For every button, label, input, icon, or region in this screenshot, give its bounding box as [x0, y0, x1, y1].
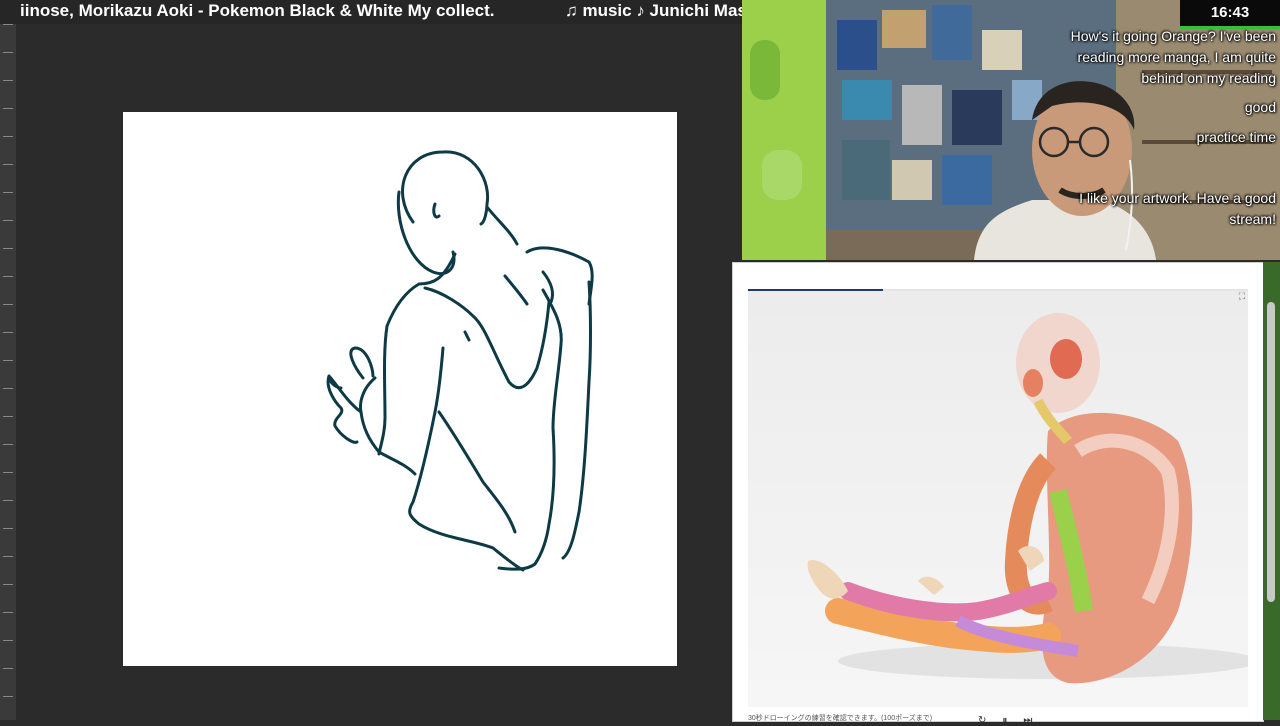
webcam-feed: 16:43 How's it going Orange? I've been r…	[742, 0, 1280, 260]
ruler-tick	[3, 80, 13, 81]
ruler-tick	[3, 696, 13, 697]
drawing-canvas-area[interactable]	[16, 24, 740, 720]
ruler-tick	[3, 24, 13, 25]
ruler-tick	[3, 136, 13, 137]
reset-icon[interactable]: ↻	[978, 715, 986, 726]
ruler-tick	[3, 444, 13, 445]
ruler-tick	[3, 220, 13, 221]
ruler-tick	[3, 472, 13, 473]
ruler-tick	[3, 500, 13, 501]
ruler-tick	[3, 108, 13, 109]
ruler-tick	[3, 192, 13, 193]
now-playing-ticker: iinose, Morikazu Aoki - Pokemon Black & …	[0, 0, 860, 24]
ruler-tick	[3, 52, 13, 53]
vertical-ruler	[0, 24, 17, 720]
expand-icon[interactable]: ⛶	[1239, 291, 1245, 302]
ruler-tick	[3, 416, 13, 417]
scrollbar-thumb[interactable]	[1267, 302, 1275, 602]
drawing-paper[interactable]	[123, 112, 677, 666]
ruler-tick	[3, 304, 13, 305]
ruler-tick	[3, 388, 13, 389]
ruler-tick	[3, 640, 13, 641]
stream-clock: 16:43	[1180, 0, 1280, 29]
pose-3d-viewer[interactable]: ↻ ⏸ ⏭	[748, 291, 1258, 726]
song-title: iinose, Morikazu Aoki - Pokemon Black & …	[20, 1, 495, 20]
ruler-tick	[3, 360, 13, 361]
chat-message: I like your artwork. Have a good stream!	[1079, 190, 1276, 227]
ruler-tick	[3, 612, 13, 613]
muscle-model-image	[807, 313, 1258, 684]
pause-icon[interactable]: ⏸	[1002, 715, 1007, 726]
ruler-tick	[3, 248, 13, 249]
pose-playback-controls: ↻ ⏸ ⏭	[978, 715, 1032, 726]
ruler-tick	[3, 556, 13, 557]
ruler-tick	[3, 164, 13, 165]
page-scrollbar[interactable]	[1263, 262, 1280, 720]
pose-reference-panel: ↻ ⏸ ⏭ ⛶ 30秒ドローイングの練習を確認できます。(100ポーズまで)	[732, 262, 1264, 726]
reference-caption: 30秒ドローイングの練習を確認できます。(100ポーズまで)	[748, 715, 933, 722]
ruler-tick	[3, 276, 13, 277]
skip-icon[interactable]: ⏭	[1023, 715, 1032, 726]
chat-message: practice time	[1196, 129, 1276, 145]
chat-message: good	[1244, 99, 1276, 115]
ruler-tick	[3, 584, 13, 585]
ruler-tick	[3, 332, 13, 333]
ruler-tick	[3, 668, 13, 669]
ruler-tick	[3, 528, 13, 529]
figure-sketch	[326, 150, 594, 572]
chat-message: How's it going Orange? I've been reading…	[1070, 28, 1276, 86]
